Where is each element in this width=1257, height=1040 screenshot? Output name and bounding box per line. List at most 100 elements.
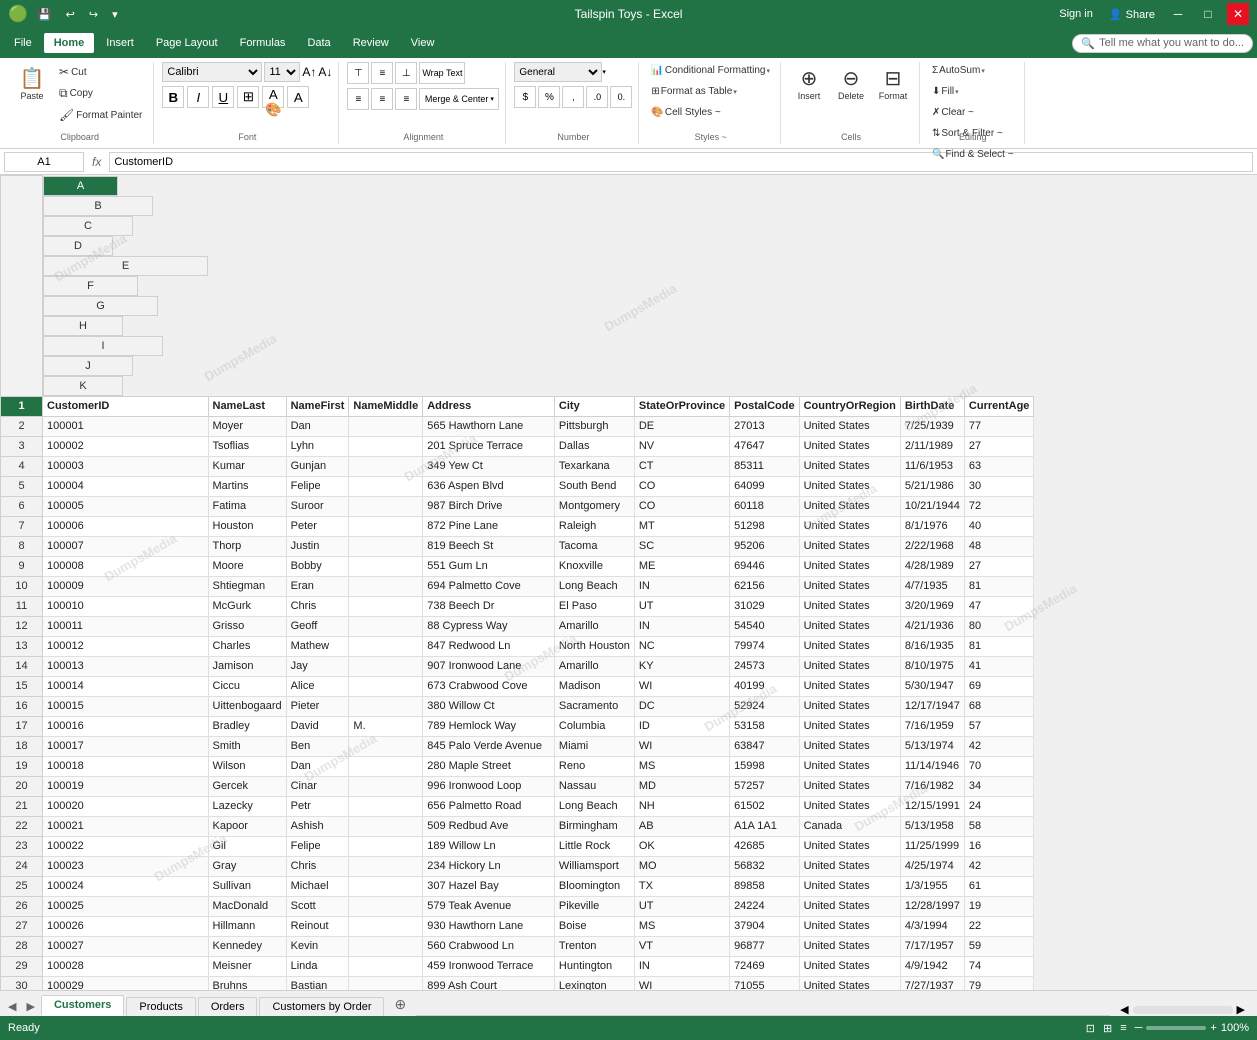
cell[interactable]: 5/30/1947 [900,676,964,696]
decrease-font-button[interactable]: A↓ [318,65,332,79]
cell[interactable]: 24 [964,796,1034,816]
cell[interactable]: Madison [554,676,634,696]
cell[interactable]: 40199 [730,676,800,696]
cell[interactable]: Boise [554,916,634,936]
table-row[interactable]: 18100017SmithBen845 Palo Verde AvenueMia… [1,736,1034,756]
cell[interactable]: 69446 [730,556,800,576]
cell[interactable]: 42685 [730,836,800,856]
cell[interactable]: 847 Redwood Ln [423,636,555,656]
cell[interactable]: 52924 [730,696,800,716]
cell[interactable]: Chris [286,856,349,876]
number-format-select[interactable]: General [514,62,602,82]
cell[interactable]: United States [799,556,900,576]
cell[interactable]: 899 Ash Court [423,976,555,990]
cell[interactable] [349,876,423,896]
border-button[interactable]: ⊞ [237,86,259,108]
horizontal-scroll-right[interactable]: ▶ [1237,1003,1245,1016]
cell[interactable]: United States [799,496,900,516]
align-left-button[interactable]: ≡ [347,88,369,110]
cell[interactable]: 7/17/1957 [900,936,964,956]
table-row[interactable]: 16100015UittenbogaardPieter380 Willow Ct… [1,696,1034,716]
cell[interactable]: United States [799,776,900,796]
sheet-tab-orders[interactable]: Orders [198,997,258,1016]
cell[interactable]: UT [634,596,729,616]
cell[interactable]: 4/7/1935 [900,576,964,596]
table-row[interactable]: 11100010McGurkChris738 Beech DrEl PasoUT… [1,596,1034,616]
cell[interactable]: 64099 [730,476,800,496]
cell[interactable] [349,696,423,716]
scroll-tab-left-button[interactable]: ◀ [4,997,20,1016]
cell[interactable]: Bradley [208,716,286,736]
find-select-button[interactable]: 🔍 Find & Select ~ [928,146,1018,163]
row-number-cell[interactable]: 16 [1,696,43,716]
cell[interactable] [349,456,423,476]
close-button[interactable]: ✕ [1227,3,1249,25]
cell[interactable]: 4/9/1942 [900,956,964,976]
fill-color-button[interactable]: A🎨 [262,86,284,108]
cell[interactable]: United States [799,596,900,616]
cell[interactable]: Reinout [286,916,349,936]
cell[interactable]: Felipe [286,476,349,496]
cell[interactable]: MD [634,776,729,796]
cell[interactable]: 12/28/1997 [900,896,964,916]
cell[interactable]: MS [634,756,729,776]
table-row[interactable]: 24100023GrayChris234 Hickory LnWilliamsp… [1,856,1034,876]
cell[interactable] [349,936,423,956]
cell[interactable]: United States [799,736,900,756]
cell[interactable]: 5/21/1986 [900,476,964,496]
cell[interactable]: North Houston [554,636,634,656]
cell[interactable]: VT [634,936,729,956]
cell[interactable]: 4/3/1994 [900,916,964,936]
cell[interactable]: 2/11/1989 [900,436,964,456]
cell[interactable]: Amarillo [554,616,634,636]
cell[interactable]: Bastian [286,976,349,990]
col-header-e[interactable]: E [43,256,208,276]
table-row[interactable]: 14100013JamisonJay907 Ironwood LaneAmari… [1,656,1034,676]
cell[interactable]: 24573 [730,656,800,676]
cell[interactable] [349,476,423,496]
bold-button[interactable]: B [162,86,184,108]
cell[interactable]: Houston [208,516,286,536]
cell[interactable]: Pittsburgh [554,416,634,436]
cell[interactable]: Kennedey [208,936,286,956]
table-row[interactable]: 20100019GercekCinar996 Ironwood LoopNass… [1,776,1034,796]
cell[interactable]: United States [799,916,900,936]
table-container[interactable]: A B C D E F G H I J K 1CustomerIDNameLas… [0,175,1257,990]
cell[interactable]: Williamsport [554,856,634,876]
cell[interactable]: 31029 [730,596,800,616]
cell[interactable]: 636 Aspen Blvd [423,476,555,496]
cell[interactable]: ME [634,556,729,576]
row-number-cell[interactable]: 11 [1,596,43,616]
cell[interactable]: 7/27/1937 [900,976,964,990]
cell[interactable]: 48 [964,536,1034,556]
cell[interactable]: 1/3/1955 [900,876,964,896]
font-color-button[interactable]: A [287,86,309,108]
maximize-button[interactable]: □ [1197,3,1219,25]
cell[interactable]: 100014 [43,676,209,696]
cell[interactable]: Shtiegman [208,576,286,596]
cell[interactable]: DE [634,416,729,436]
cell[interactable]: David [286,716,349,736]
cell[interactable]: MT [634,516,729,536]
cell[interactable]: United States [799,456,900,476]
menu-review[interactable]: Review [343,33,399,53]
share-button[interactable]: 👤 Share [1105,6,1159,23]
cell[interactable]: 4/28/1989 [900,556,964,576]
cell[interactable]: 54540 [730,616,800,636]
cell[interactable]: 100003 [43,456,209,476]
cell[interactable]: 100020 [43,796,209,816]
cell[interactable]: Moyer [208,416,286,436]
cell[interactable]: 12/15/1991 [900,796,964,816]
cell[interactable]: 673 Crabwood Cove [423,676,555,696]
cell[interactable]: NameLast [208,396,286,416]
italic-button[interactable]: I [187,86,209,108]
cell[interactable]: Amarillo [554,656,634,676]
cell[interactable]: 11/6/1953 [900,456,964,476]
scroll-tab-right-button[interactable]: ▶ [22,997,38,1016]
cell[interactable]: 57257 [730,776,800,796]
align-bottom-button[interactable]: ⊥ [395,62,417,84]
cell[interactable]: United States [799,896,900,916]
col-header-c[interactable]: C [43,216,133,236]
row-number-cell[interactable]: 4 [1,456,43,476]
row-number-cell[interactable]: 10 [1,576,43,596]
